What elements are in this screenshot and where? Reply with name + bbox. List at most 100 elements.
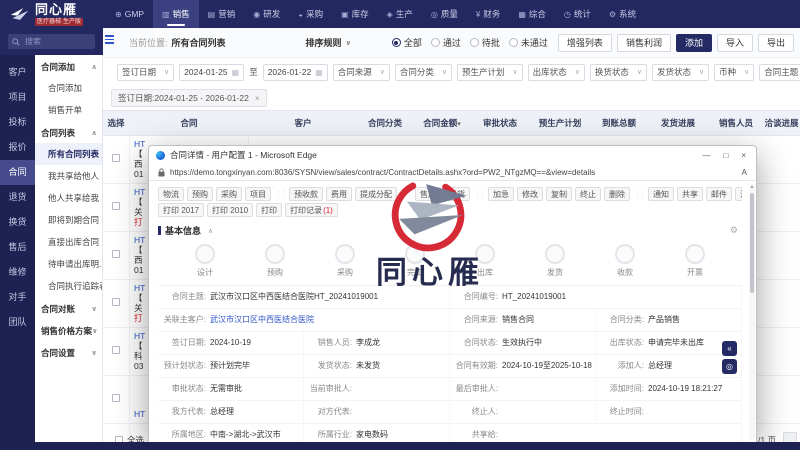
- filter-currency[interactable]: 币种∨: [714, 64, 754, 81]
- menu-group-contract-list[interactable]: 合同列表∧: [35, 121, 102, 143]
- copy-button[interactable]: 复制: [546, 187, 572, 201]
- collapse-panel-button[interactable]: «: [722, 341, 737, 356]
- remove-tag-icon[interactable]: ×: [255, 94, 260, 103]
- radio-pending[interactable]: 待批: [470, 36, 500, 49]
- return-button[interactable]: 退货: [444, 187, 470, 201]
- search-input[interactable]: [23, 36, 91, 47]
- topnav-item-system[interactable]: ⚙系统: [600, 0, 645, 28]
- export-button[interactable]: 导出: [758, 34, 794, 52]
- topnav-item-inventory[interactable]: ▣库存: [332, 0, 378, 28]
- filter-field-select[interactable]: 签订日期∨: [117, 64, 174, 81]
- topnav-item-purchase[interactable]: ◒采购: [289, 0, 332, 28]
- page-go-button[interactable]: [783, 432, 797, 442]
- rail-item-project[interactable]: 项目: [0, 85, 35, 110]
- filter-contract-category[interactable]: 合同分类∨: [395, 64, 452, 81]
- menu-group-price-plan[interactable]: 销售价格方案∨: [35, 319, 102, 341]
- sidebar-search[interactable]: [8, 34, 95, 49]
- rail-item-aftersale[interactable]: 售后: [0, 235, 35, 260]
- date-from-input[interactable]: 2024-01-25▦: [179, 64, 244, 81]
- filter-outbound-status[interactable]: 出库状态∨: [528, 64, 585, 81]
- rail-item-competitor[interactable]: 对手: [0, 285, 35, 310]
- filter-shipping-status[interactable]: 发货状态∨: [652, 64, 709, 81]
- negotiation-button[interactable]: 洽谈进展: [735, 187, 742, 201]
- filter-contract-subject[interactable]: 合同主题∨: [759, 64, 800, 81]
- topnav-item-gmp[interactable]: ⊕GMP: [106, 0, 153, 28]
- filter-contract-source[interactable]: 合同来源∨: [333, 64, 390, 81]
- rail-item-returns[interactable]: 退货: [0, 185, 35, 210]
- menu-item-all-contracts[interactable]: 所有合同列表: [35, 143, 102, 165]
- sidebar-toggle-icon[interactable]: [105, 33, 114, 46]
- window-titlebar[interactable]: 合同详情 - 用户配置 1 - Microsoft Edge — □ ×: [149, 146, 756, 164]
- radio-rejected[interactable]: 未通过: [509, 36, 548, 49]
- rail-item-repair[interactable]: 维修: [0, 260, 35, 285]
- menu-group-contract-settings[interactable]: 合同设置∨: [35, 341, 102, 363]
- notify-button[interactable]: 通知: [648, 187, 674, 201]
- scrollbar-thumb[interactable]: [750, 193, 754, 293]
- expense-button[interactable]: 费用: [326, 187, 352, 201]
- rail-item-contract[interactable]: 合同: [0, 160, 35, 185]
- rail-item-bidding[interactable]: 投标: [0, 110, 35, 135]
- scroll-up-icon[interactable]: ▲: [749, 184, 755, 190]
- select-all[interactable]: 全选: [115, 434, 144, 442]
- minimize-button[interactable]: —: [702, 151, 710, 160]
- radio-approved[interactable]: 通过: [431, 36, 461, 49]
- menu-item-expiring[interactable]: 即将到期合同: [35, 209, 102, 231]
- filter-preproduction-plan[interactable]: 预生产计划∨: [457, 64, 523, 81]
- topnav-item-rnd[interactable]: ◉研发: [244, 0, 289, 28]
- print-2010-button[interactable]: 打印 2010: [207, 203, 253, 217]
- col-amount-sortable[interactable]: 合同金额▾: [413, 117, 471, 129]
- terminate-button[interactable]: 终止: [575, 187, 601, 201]
- purchase-button[interactable]: 采购: [216, 187, 242, 201]
- rail-item-team[interactable]: 团队: [0, 310, 35, 335]
- topnav-item-sales[interactable]: ▥销售: [153, 0, 199, 28]
- row-checkbox[interactable]: [112, 298, 120, 306]
- menu-item-exec-tracking[interactable]: 合同执行追踪表: [35, 275, 102, 297]
- row-checkbox[interactable]: [112, 154, 120, 162]
- urgent-button[interactable]: 加急: [488, 187, 514, 201]
- modal-scrollbar[interactable]: ▲: [749, 183, 755, 440]
- customer-link[interactable]: 武汉市汉口区中西医结合医院: [210, 315, 449, 324]
- radio-all[interactable]: 全部: [392, 36, 422, 49]
- mail-button[interactable]: 邮件: [706, 187, 732, 201]
- collapse-section-icon[interactable]: ∧: [208, 227, 213, 235]
- row-checkbox[interactable]: [112, 250, 120, 258]
- address-bar[interactable]: https://demo.tongxinyan.com:8036/SYSN/vi…: [149, 164, 756, 181]
- close-button[interactable]: ×: [741, 151, 746, 160]
- gear-icon[interactable]: ⚙: [730, 225, 738, 236]
- menu-item-shared-to-me[interactable]: 他人共享给我: [35, 187, 102, 209]
- topnav-item-production[interactable]: ◈生产: [378, 0, 422, 28]
- sort-rule-dropdown[interactable]: 排序规则∨: [306, 36, 352, 49]
- commission-button[interactable]: 提成分配: [355, 187, 397, 201]
- row-checkbox[interactable]: [112, 202, 120, 210]
- rail-item-exchange[interactable]: 换货: [0, 210, 35, 235]
- maximize-button[interactable]: □: [723, 151, 728, 160]
- edit-button[interactable]: 修改: [517, 187, 543, 201]
- rail-item-quote[interactable]: 报价: [0, 135, 35, 160]
- share-button[interactable]: 共享: [677, 187, 703, 201]
- date-to-input[interactable]: 2026-01-22▦: [263, 64, 328, 81]
- add-button[interactable]: 添加: [676, 34, 712, 52]
- read-aloud-icon[interactable]: A: [742, 168, 747, 177]
- row-checkbox[interactable]: [112, 394, 120, 402]
- row-checkbox[interactable]: [112, 346, 120, 354]
- topnav-item-finance[interactable]: ¥财务: [467, 0, 509, 28]
- menu-item-sales-order[interactable]: 销售开单: [35, 99, 102, 121]
- enhanced-list-button[interactable]: 增强列表: [558, 34, 612, 52]
- rail-item-customer[interactable]: 客户: [0, 60, 35, 85]
- aftersale-button[interactable]: 售后: [415, 187, 441, 201]
- advance-payment-button[interactable]: 预收款: [289, 187, 323, 201]
- project-button[interactable]: 项目: [245, 187, 271, 201]
- topnav-item-general[interactable]: ▦综合: [509, 0, 555, 28]
- service-button[interactable]: ◎: [722, 359, 737, 374]
- print-button[interactable]: 打印: [256, 203, 282, 217]
- import-button[interactable]: 导入: [717, 34, 753, 52]
- sales-profit-button[interactable]: 销售利润: [617, 34, 671, 52]
- print-2017-button[interactable]: 打印 2017: [158, 203, 204, 217]
- prepurchase-button[interactable]: 预购: [187, 187, 213, 201]
- delete-button[interactable]: 删除: [604, 187, 630, 201]
- menu-item-shared-by-me[interactable]: 我共享给他人: [35, 165, 102, 187]
- menu-item-pending-outbound[interactable]: 待申请出库明...: [35, 253, 102, 275]
- logistics-button[interactable]: 物流: [158, 187, 184, 201]
- menu-group-reconciliation[interactable]: 合同对账∨: [35, 297, 102, 319]
- topnav-item-marketing[interactable]: ▤营销: [199, 0, 245, 28]
